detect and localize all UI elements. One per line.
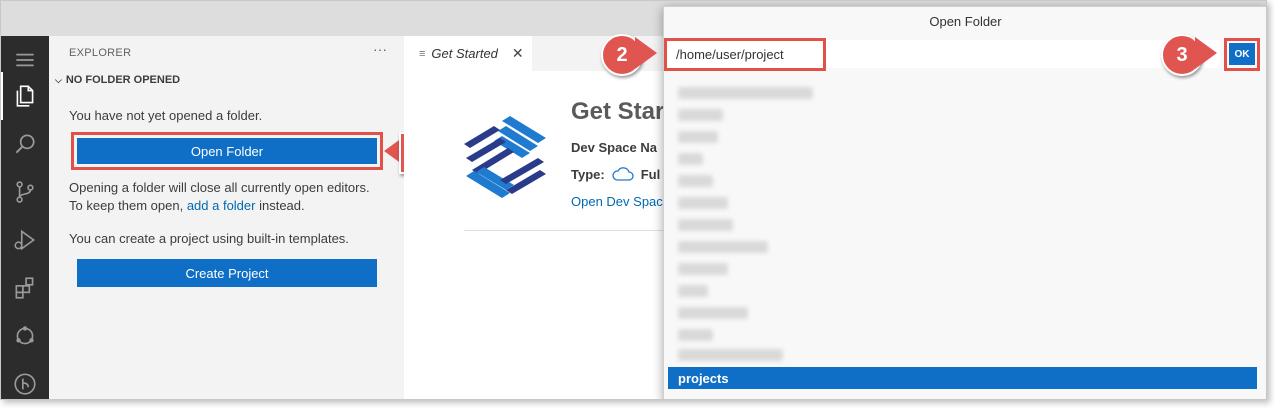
- list-item[interactable]: [678, 197, 728, 209]
- explorer-title: EXPLORER: [69, 47, 132, 59]
- list-item[interactable]: [678, 109, 723, 121]
- template-text: You can create a project using built-in …: [69, 231, 349, 246]
- list-item[interactable]: [678, 87, 813, 99]
- close-icon[interactable]: ✕: [512, 45, 524, 62]
- highlight-ok-button: [1224, 38, 1260, 71]
- type-value: Ful: [640, 166, 661, 182]
- tab-get-started[interactable]: ≡ Get Started ✕: [404, 36, 532, 71]
- list-item[interactable]: [678, 241, 768, 253]
- type-row: Type: Ful: [571, 166, 660, 182]
- no-folder-text: You have not yet opened a folder.: [69, 108, 263, 123]
- list-item[interactable]: [678, 219, 733, 231]
- tab-label: Get Started: [431, 46, 498, 61]
- callout-2-arrow: [635, 37, 657, 69]
- section-label: NO FOLDER OPENED: [65, 74, 181, 86]
- dev-space-name-label: Dev Space Na: [571, 140, 657, 155]
- list-item[interactable]: [678, 263, 728, 275]
- search-icon[interactable]: [1, 120, 49, 168]
- dev-space-logo: [464, 116, 546, 198]
- close-warning-text: Opening a folder will close all currentl…: [69, 179, 379, 215]
- network-icon[interactable]: [1, 312, 49, 360]
- explorer-sidebar: EXPLORER ··· ⌵ NO FOLDER OPENED You have…: [49, 36, 404, 399]
- list-item[interactable]: [678, 307, 748, 319]
- list-item[interactable]: [678, 175, 713, 187]
- extensions-icon[interactable]: [1, 264, 49, 312]
- app-window: EXPLORER ··· ⌵ NO FOLDER OPENED You have…: [0, 0, 1267, 400]
- more-actions-icon[interactable]: ···: [373, 41, 387, 57]
- run-debug-icon[interactable]: [1, 216, 49, 264]
- selected-list-item[interactable]: projects: [668, 367, 1257, 389]
- get-started-heading: Get Start: [571, 98, 673, 125]
- document-icon: ≡: [419, 47, 426, 60]
- callout-3-arrow: [1195, 37, 1217, 69]
- list-item[interactable]: [678, 153, 703, 165]
- open-dev-space-link[interactable]: Open Dev Spac: [571, 194, 663, 209]
- type-label: Type:: [571, 166, 605, 182]
- no-folder-section-header[interactable]: ⌵ NO FOLDER OPENED: [55, 74, 180, 86]
- chevron-down-icon: ⌵: [55, 74, 62, 85]
- list-item[interactable]: [678, 349, 783, 361]
- cloud-icon: [612, 167, 634, 181]
- list-item[interactable]: [678, 329, 713, 341]
- dialog-title: Open Folder: [929, 13, 1002, 29]
- git-branch-icon[interactable]: [1, 360, 49, 399]
- close-warning-part2: instead.: [255, 198, 305, 213]
- list-item[interactable]: [678, 285, 708, 297]
- activity-bar: [1, 36, 49, 399]
- source-control-icon[interactable]: [1, 168, 49, 216]
- add-folder-link[interactable]: add a folder: [187, 198, 256, 213]
- list-item[interactable]: [678, 131, 718, 143]
- highlight-path-input: [664, 38, 826, 71]
- highlight-open-folder: [71, 132, 383, 170]
- explorer-icon[interactable]: [1, 72, 49, 120]
- create-project-button[interactable]: Create Project: [77, 259, 377, 287]
